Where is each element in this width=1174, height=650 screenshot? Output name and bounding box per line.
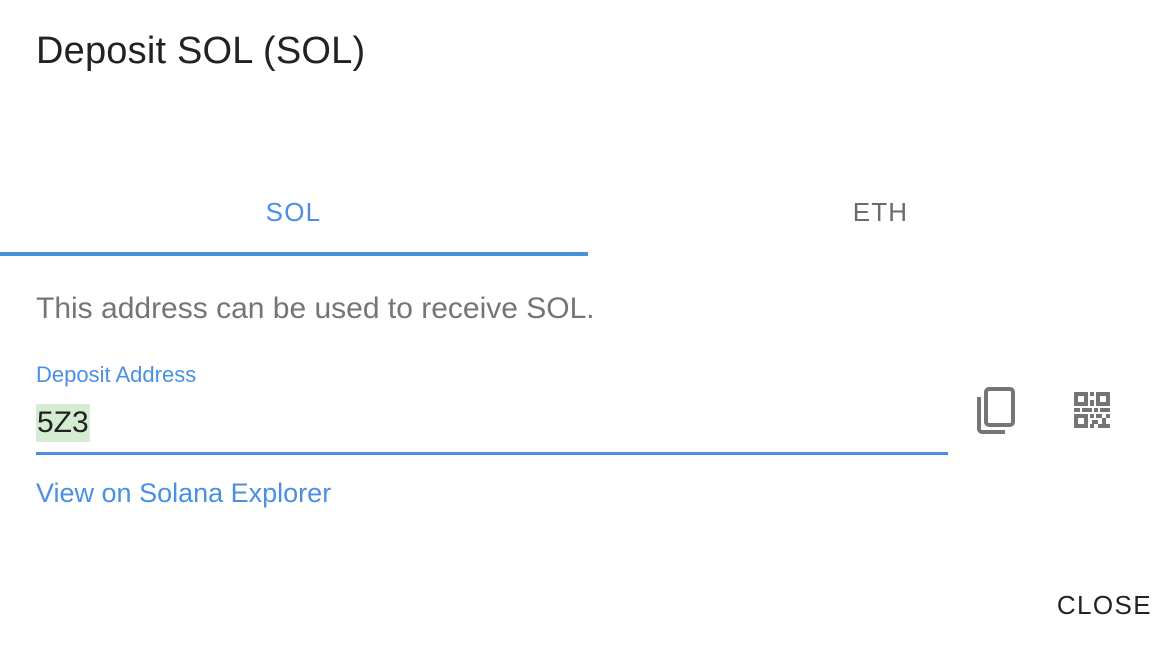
copy-icon bbox=[977, 387, 1015, 434]
tab-eth[interactable]: ETH bbox=[587, 168, 1174, 256]
copy-address-button[interactable] bbox=[967, 382, 1023, 438]
deposit-description: This address can be used to receive SOL. bbox=[36, 292, 595, 325]
qr-code-icon bbox=[1074, 392, 1110, 428]
deposit-dialog: Deposit SOL (SOL) SOL ETH This address c… bbox=[0, 0, 1174, 650]
deposit-address-label: Deposit Address bbox=[36, 362, 197, 387]
tab-sol[interactable]: SOL bbox=[0, 168, 587, 256]
deposit-address-underline bbox=[36, 452, 948, 455]
active-tab-indicator bbox=[0, 252, 588, 256]
solana-explorer-link[interactable]: View on Solana Explorer bbox=[36, 478, 331, 509]
close-button[interactable]: CLOSE bbox=[1057, 590, 1152, 621]
dialog-title: Deposit SOL (SOL) bbox=[36, 30, 366, 72]
deposit-address-value[interactable]: 5Z3 bbox=[36, 404, 90, 442]
network-tabs: SOL ETH bbox=[0, 168, 1174, 256]
show-qr-button[interactable] bbox=[1064, 382, 1120, 438]
deposit-address-field[interactable]: Deposit Address 5Z3 bbox=[36, 360, 948, 456]
